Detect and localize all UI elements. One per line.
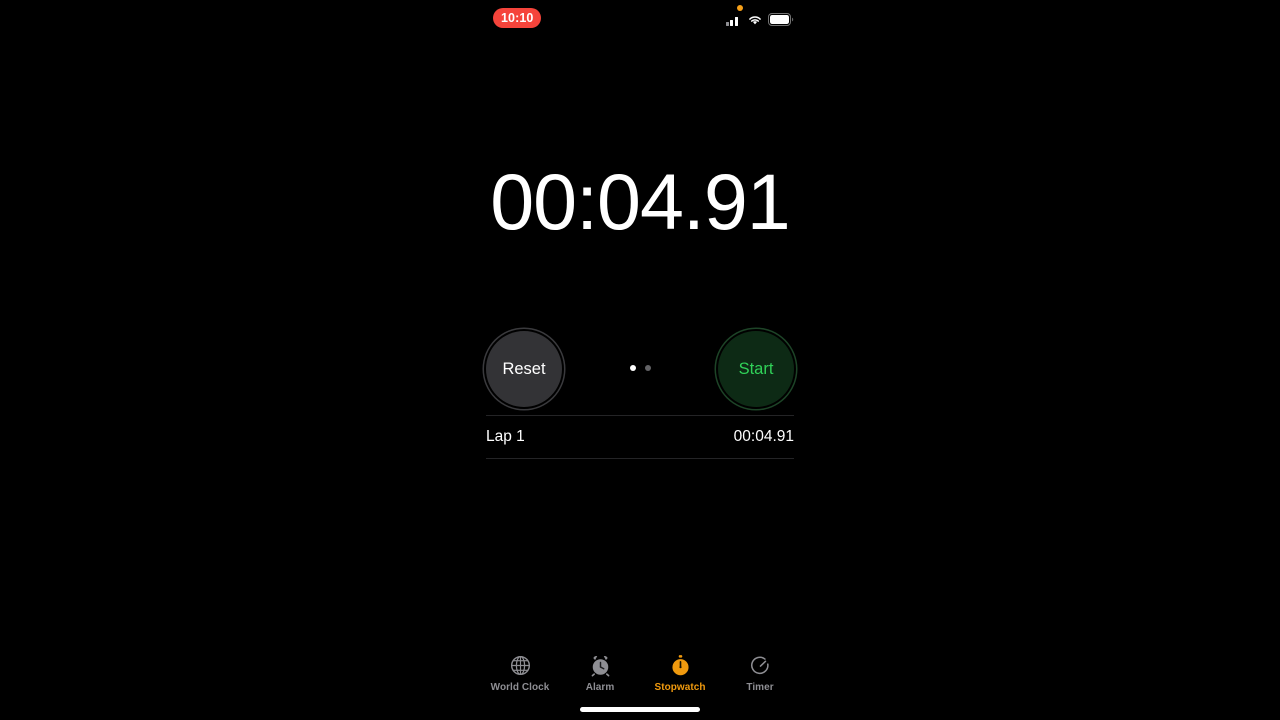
status-bar: 10:10 bbox=[480, 0, 800, 40]
tab-bar: World Clock Alarm Stopwatch Timer bbox=[480, 649, 800, 699]
start-button[interactable]: Start bbox=[718, 331, 794, 407]
lap-name: Lap 1 bbox=[486, 428, 525, 445]
page-dot-active[interactable] bbox=[629, 365, 636, 371]
tab-label-timer: Timer bbox=[746, 682, 774, 693]
alarm-clock-icon bbox=[587, 652, 613, 678]
stopwatch-controls: Reset Start bbox=[480, 331, 800, 407]
tab-world-clock[interactable]: World Clock bbox=[480, 652, 560, 693]
page-dot-inactive[interactable] bbox=[644, 365, 651, 371]
stopwatch-time-display: 00:04.91 bbox=[490, 157, 791, 246]
cellular-bars-icon bbox=[725, 15, 743, 26]
lap-time: 00:04.91 bbox=[733, 428, 794, 445]
lap-list: Lap 1 00:04.91 bbox=[486, 415, 794, 459]
timer-icon bbox=[747, 652, 773, 678]
tab-label-stopwatch: Stopwatch bbox=[654, 682, 706, 693]
tab-label-alarm: Alarm bbox=[585, 682, 615, 693]
tab-timer[interactable]: Timer bbox=[720, 652, 800, 693]
status-bar-icons bbox=[725, 12, 795, 26]
globe-icon bbox=[507, 652, 533, 678]
microphone-in-use-indicator-icon bbox=[737, 5, 743, 11]
battery-full-icon bbox=[768, 13, 794, 26]
stopwatch-icon bbox=[667, 652, 693, 678]
wifi-icon bbox=[749, 16, 761, 25]
screen-canvas: 10:10 00:04.91 Reset Start Lap 1 00:04.9… bbox=[0, 0, 1280, 720]
home-indicator[interactable] bbox=[580, 707, 700, 712]
tab-label-world-clock: World Clock bbox=[490, 682, 550, 693]
screen-recording-time-pill[interactable]: 10:10 bbox=[493, 8, 542, 28]
lap-row[interactable]: Lap 1 00:04.91 bbox=[486, 415, 794, 459]
tab-alarm[interactable]: Alarm bbox=[560, 652, 640, 693]
tab-stopwatch[interactable]: Stopwatch bbox=[640, 652, 720, 693]
phone-screen: 10:10 00:04.91 Reset Start Lap 1 00:04.9… bbox=[480, 0, 800, 720]
